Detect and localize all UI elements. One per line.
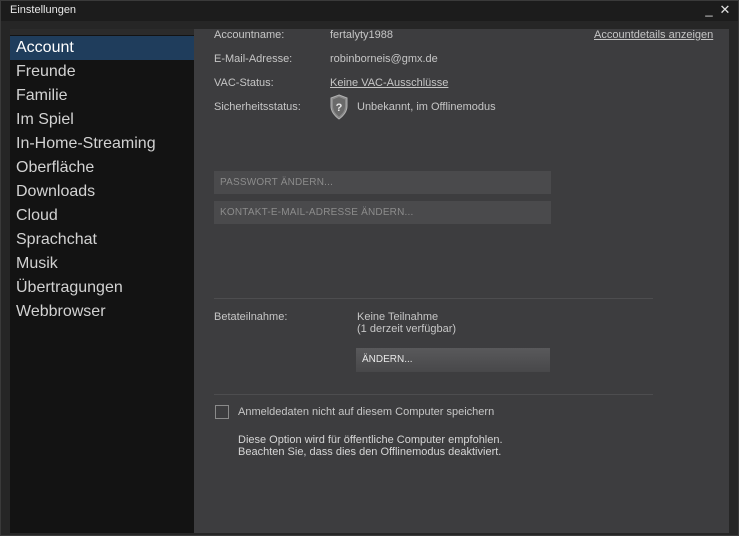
save-credentials-label[interactable]: Anmeldedaten nicht auf diesem Computer s… bbox=[238, 406, 494, 418]
vac-status-link[interactable]: Keine VAC-Ausschlüsse bbox=[330, 77, 448, 89]
beta-participation-label: Betateilnahme: bbox=[214, 311, 288, 323]
divider bbox=[214, 394, 653, 395]
settings-frame: Account Freunde Familie Im Spiel In-Home… bbox=[1, 21, 738, 535]
shield-question-icon: ? bbox=[330, 94, 348, 120]
email-value: robinborneis@gmx.de bbox=[330, 53, 438, 65]
sidebar-item-musik[interactable]: Musik bbox=[10, 252, 194, 276]
close-icon[interactable]: ✕ bbox=[717, 2, 733, 18]
sidebar-item-familie[interactable]: Familie bbox=[10, 84, 194, 108]
account-panel: Accountname: fertalyty1988 Accountdetail… bbox=[194, 29, 729, 533]
account-name-value: fertalyty1988 bbox=[330, 29, 393, 41]
change-email-button[interactable]: KONTAKT-E-MAIL-ADRESSE ÄNDERN... bbox=[214, 201, 551, 224]
sidebar-item-webbrowser[interactable]: Webbrowser bbox=[10, 300, 194, 324]
settings-window: Einstellungen _ ✕ Account Freunde Famili… bbox=[0, 0, 739, 536]
sidebar-item-downloads[interactable]: Downloads bbox=[10, 180, 194, 204]
beta-available-count: (1 derzeit verfügbar) bbox=[357, 323, 457, 335]
beta-change-button[interactable]: ÄNDERN... bbox=[356, 348, 550, 372]
svg-text:?: ? bbox=[336, 102, 343, 114]
sidebar-item-uebertragungen[interactable]: Übertragungen bbox=[10, 276, 194, 300]
save-credentials-checkbox[interactable] bbox=[215, 405, 229, 419]
sidebar-item-in-home-streaming[interactable]: In-Home-Streaming bbox=[10, 132, 194, 156]
sidebar-item-oberflaeche[interactable]: Oberfläche bbox=[10, 156, 194, 180]
offline-mode-note: Beachten Sie, dass dies den Offlinemodus… bbox=[238, 446, 502, 458]
divider bbox=[214, 298, 653, 299]
change-password-button[interactable]: PASSWORT ÄNDERN... bbox=[214, 171, 551, 194]
account-details-link[interactable]: Accountdetails anzeigen bbox=[594, 29, 713, 41]
account-name-label: Accountname: bbox=[214, 29, 285, 41]
sidebar-item-account[interactable]: Account bbox=[10, 36, 194, 60]
sidebar-top-strip bbox=[10, 29, 194, 35]
vac-status-label: VAC-Status: bbox=[214, 77, 274, 89]
minimize-icon[interactable]: _ bbox=[701, 2, 717, 18]
sidebar-item-sprachchat[interactable]: Sprachchat bbox=[10, 228, 194, 252]
settings-sidebar: Account Freunde Familie Im Spiel In-Home… bbox=[10, 29, 194, 533]
security-status-label: Sicherheitsstatus: bbox=[214, 101, 301, 113]
email-label: E-Mail-Adresse: bbox=[214, 53, 293, 65]
beta-participation-value: Keine Teilnahme bbox=[357, 311, 439, 323]
title-bar[interactable]: Einstellungen _ ✕ bbox=[1, 1, 738, 21]
security-status-value: Unbekannt, im Offlinemodus bbox=[357, 101, 496, 113]
sidebar-item-cloud[interactable]: Cloud bbox=[10, 204, 194, 228]
sidebar-item-freunde[interactable]: Freunde bbox=[10, 60, 194, 84]
window-title: Einstellungen bbox=[10, 4, 77, 16]
sidebar-item-im-spiel[interactable]: Im Spiel bbox=[10, 108, 194, 132]
public-computer-note: Diese Option wird für öffentliche Comput… bbox=[238, 434, 503, 446]
